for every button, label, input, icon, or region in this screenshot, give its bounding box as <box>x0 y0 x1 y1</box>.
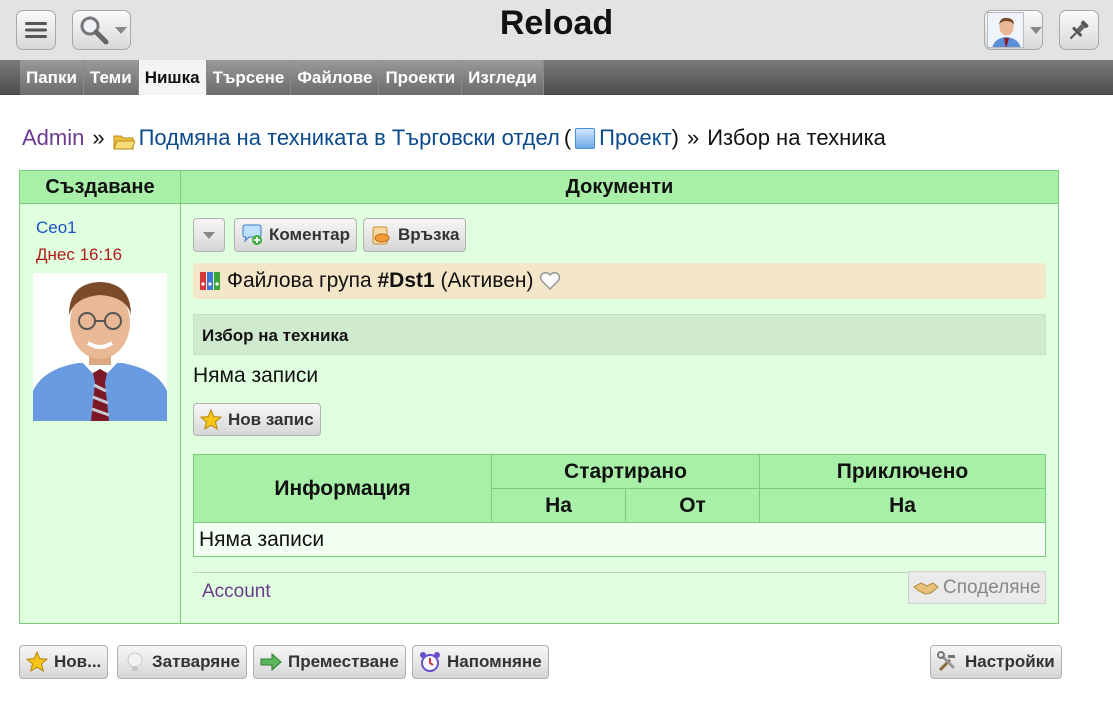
binders-icon <box>199 270 223 292</box>
new-button-label: Нов... <box>54 652 102 671</box>
breadcrumb-folder-link[interactable]: Подмяна на техниката в Търговски отдел <box>139 125 560 151</box>
link-icon <box>370 224 392 246</box>
share-button[interactable]: Споделяне <box>908 571 1046 604</box>
tab-search[interactable]: Търсене <box>206 60 292 95</box>
avatar <box>987 12 1024 48</box>
comment-add-icon <box>241 224 263 246</box>
breadcrumb-current: Избор на техника <box>707 125 886 150</box>
move-button[interactable]: Преместване <box>253 645 406 679</box>
star-icon <box>25 650 49 673</box>
section-title: Избор на техника <box>193 314 1046 355</box>
alarm-clock-icon <box>419 651 441 673</box>
post-date: Днес 16:16 <box>36 245 123 264</box>
tools-icon <box>937 651 959 673</box>
tab-folders[interactable]: Папки <box>20 60 84 95</box>
app-title: Reload <box>499 4 614 42</box>
file-group-prefix: Файлова група <box>227 269 378 292</box>
comment-button[interactable]: Коментар <box>234 218 357 252</box>
no-entries-text: Няма записи <box>193 364 319 387</box>
close-button-label: Затваряне <box>152 652 240 671</box>
chevron-down-icon <box>115 26 127 34</box>
new-entry-button[interactable]: Нов запис <box>193 403 321 436</box>
chevron-down-icon <box>1030 26 1042 34</box>
link-button[interactable]: Връзка <box>363 218 467 252</box>
author-column: Ceo1 Днес 16:16 <box>20 204 181 623</box>
tab-topics[interactable]: Теми <box>83 60 139 95</box>
hamburger-icon <box>25 22 47 38</box>
pin-icon <box>1069 20 1089 40</box>
tab-files[interactable]: Файлове <box>291 60 380 95</box>
column-header-create: Създаване <box>20 171 181 204</box>
new-entry-label: Нов запис <box>228 409 314 429</box>
remind-button-label: Напомняне <box>447 652 542 671</box>
breadcrumb-separator: » <box>686 125 700 150</box>
project-icon <box>575 127 596 149</box>
thread-table: Създаване Документи Ceo1 Днес 16:16 Коме… <box>19 170 1059 624</box>
options-dropdown-button[interactable] <box>193 218 225 252</box>
settings-button-label: Настройки <box>965 652 1055 671</box>
heart-icon[interactable] <box>539 271 561 291</box>
folder-icon <box>112 130 136 149</box>
handshake-icon <box>913 579 939 597</box>
tab-views[interactable]: Изгледи <box>462 60 544 95</box>
lightbulb-icon <box>124 651 146 673</box>
close-button[interactable]: Затваряне <box>117 645 247 679</box>
info-header: Информация <box>194 455 492 523</box>
breadcrumb-project-link[interactable]: Проект <box>599 125 671 151</box>
star-icon <box>199 408 223 431</box>
remind-button[interactable]: Напомняне <box>412 645 549 679</box>
tab-projects[interactable]: Проекти <box>379 60 463 95</box>
menu-button[interactable] <box>16 10 56 50</box>
author-name[interactable]: Ceo1 <box>36 218 77 238</box>
tab-bar: Папки Теми Нишка Търсене Файлове Проекти… <box>0 60 1113 95</box>
pin-button[interactable] <box>1059 10 1099 50</box>
search-button[interactable] <box>72 10 131 50</box>
new-button[interactable]: Нов... <box>19 645 109 679</box>
move-button-label: Преместване <box>288 652 399 671</box>
tab-thread[interactable]: Нишка <box>138 60 207 95</box>
settings-button[interactable]: Настройки <box>930 645 1062 679</box>
started-from-header: От <box>626 489 760 523</box>
comment-button-label: Коментар <box>269 225 350 244</box>
started-on-header: На <box>492 489 626 523</box>
info-table: Информация Стартирано Приключено На От Н… <box>193 454 1046 557</box>
arrow-right-icon <box>260 651 282 673</box>
top-header: Reload <box>0 0 1113 60</box>
account-link[interactable]: Account <box>202 581 271 603</box>
author-avatar <box>33 273 167 421</box>
tab-list: Папки Теми Нишка Търсене Файлове Проекти… <box>20 60 544 95</box>
link-button-label: Връзка <box>398 225 460 244</box>
file-group-row: Файлова група #Dst1 (Активен) <box>193 263 1046 299</box>
breadcrumb-separator: » <box>92 125 105 150</box>
started-header: Стартирано <box>492 455 760 489</box>
finished-header: Приключено <box>760 455 1045 489</box>
breadcrumb-paren-close: ) <box>671 125 679 150</box>
search-icon <box>80 16 109 45</box>
breadcrumb-admin-link[interactable]: Admin <box>22 125 84 151</box>
breadcrumb-paren-open: ( <box>563 125 572 150</box>
chevron-down-icon <box>203 231 215 239</box>
share-button-label: Споделяне <box>943 576 1041 598</box>
file-group-status: (Активен) <box>434 269 534 292</box>
breadcrumb: Admin » Подмяна на техниката в Търговски… <box>22 125 886 151</box>
info-table-empty: Няма записи <box>194 523 1045 556</box>
file-group-id: #Dst1 <box>377 269 435 292</box>
user-menu-button[interactable] <box>984 10 1043 50</box>
finished-on-header: На <box>760 489 1045 523</box>
column-header-documents: Документи <box>181 171 1058 204</box>
